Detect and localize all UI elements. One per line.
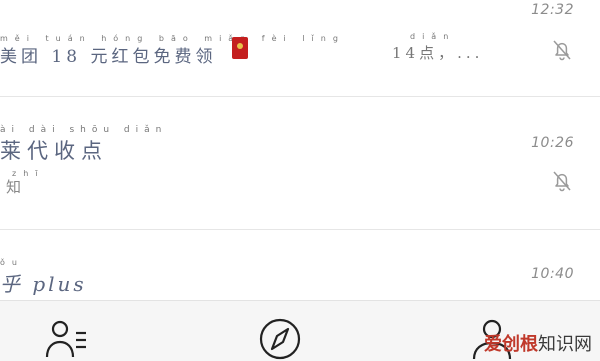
watermark-text: 知识网: [538, 334, 592, 355]
message-time: 10:40: [531, 266, 574, 282]
discover-compass-icon[interactable]: [258, 317, 302, 361]
message-time: 10:26: [531, 135, 574, 151]
pinyin-annotation: ǒu: [0, 258, 24, 267]
mute-bell-icon: [553, 40, 571, 61]
conversation-item[interactable]: 10:40 ǒu 乎 plus: [0, 230, 600, 300]
pinyin-annotation: ài dài shōu diǎn: [0, 125, 168, 135]
pinyin-annotation: diǎn: [410, 32, 456, 41]
conversation-item[interactable]: 12:32 měi tuán hóng bāo miǎn fèi lǐng 美团…: [0, 0, 600, 96]
message-time: 12:32: [531, 2, 574, 18]
conversation-title: 莱代收点: [0, 139, 108, 163]
message-preview: 知: [6, 178, 26, 196]
contacts-icon[interactable]: [44, 317, 88, 361]
red-envelope-icon: [232, 37, 248, 59]
conversation-item[interactable]: 10:26 ài dài shōu diǎn 莱代收点 zhī 知: [0, 97, 600, 229]
conversation-title: 乎 plus: [0, 272, 87, 296]
watermark: 爱创根知识网: [484, 330, 592, 356]
message-snippet: 14点，...: [392, 44, 484, 62]
mute-bell-icon: [553, 171, 571, 192]
message-preview: 美团 18 元红包免费领: [0, 47, 217, 67]
watermark-brand: 爱创根: [484, 334, 538, 355]
